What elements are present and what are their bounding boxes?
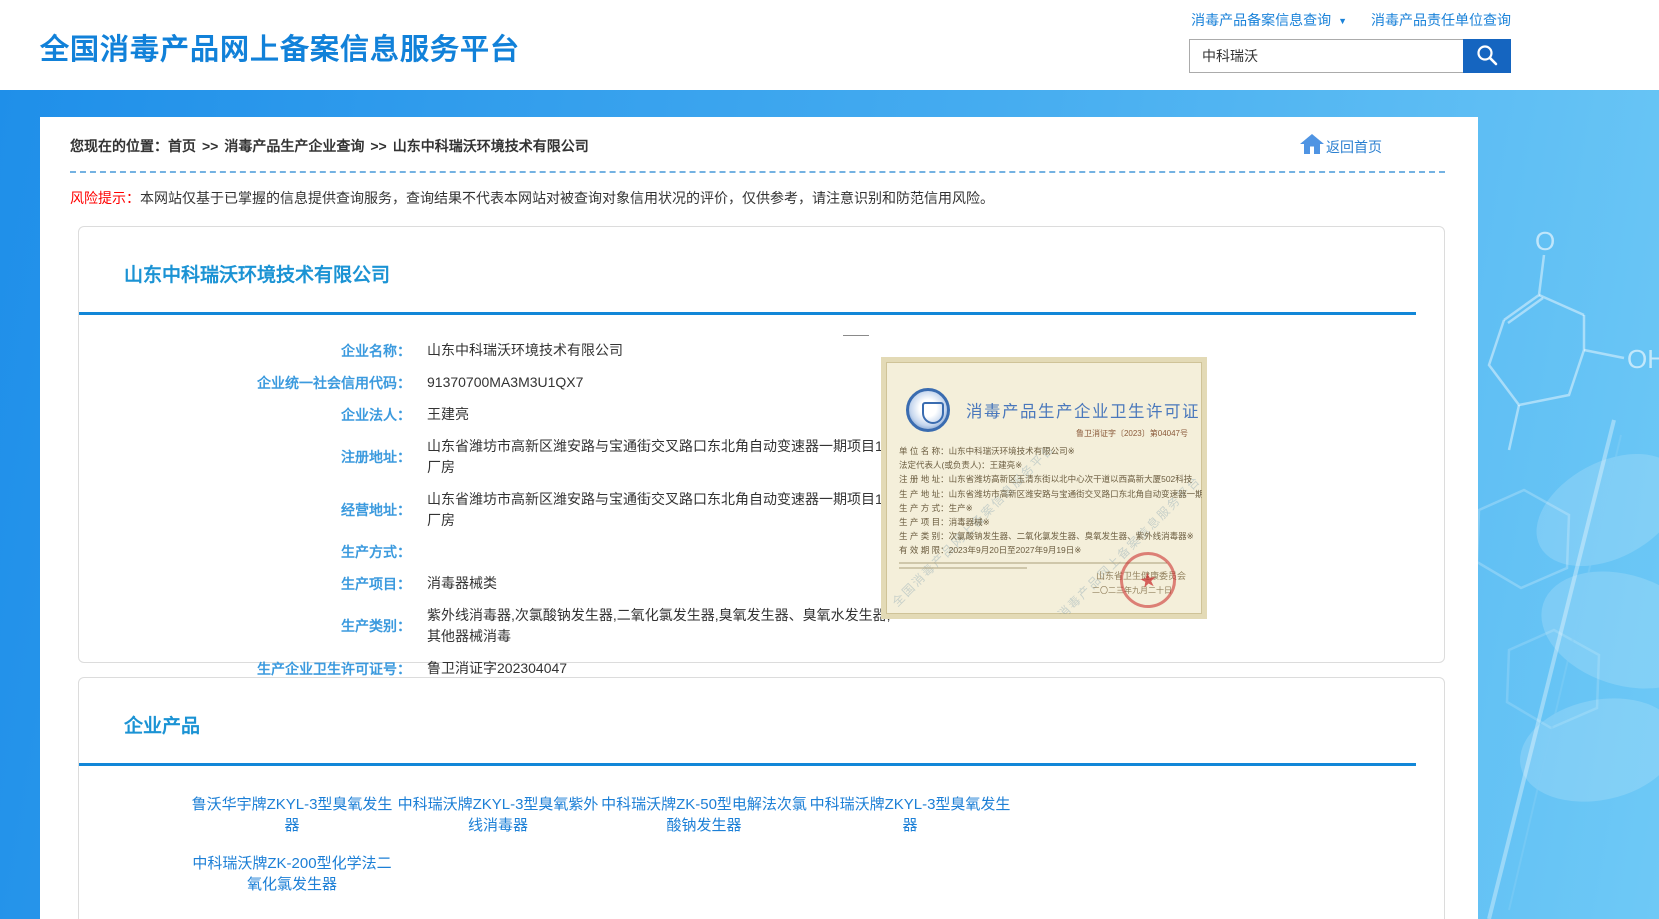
field-row-production-category: 生产类别： 紫外线消毒器,次氯酸钠发生器,二氧化氯发生器,臭氧发生器、臭氧水发生… — [79, 605, 1444, 647]
title-underline — [79, 763, 1416, 766]
field-value: 山东中科瑞沃环境技术有限公司 — [427, 340, 897, 361]
company-products-card: 企业产品 鲁沃华宇牌ZKYL-3型臭氧发生器 中科瑞沃牌ZKYL-3型臭氧紫外线… — [78, 677, 1445, 919]
search-button[interactable] — [1463, 39, 1511, 73]
risk-warning-label: 风险提示： — [70, 190, 140, 206]
breadcrumb: 您现在的位置：首页 >> 消毒产品生产企业查询 >> 山东中科瑞沃环境技术有限公司 — [70, 136, 589, 156]
breadcrumb-separator: >> — [370, 138, 386, 154]
risk-warning: 风险提示：本网站仅基于已掌握的信息提供查询服务，查询结果不代表本网站对被查询对象… — [70, 188, 1448, 208]
products-card-title: 企业产品 — [79, 678, 1444, 738]
search-bar — [1189, 39, 1511, 73]
field-value: 王建亮 — [427, 404, 897, 425]
field-value: 紫外线消毒器,次氯酸钠发生器,二氧化氯发生器,臭氧发生器、臭氧水发生器,其他器械… — [427, 605, 897, 647]
field-label: 企业名称： — [79, 341, 411, 361]
nav-link-record-info-query[interactable]: 消毒产品备案信息查询 — [1191, 12, 1331, 28]
company-fields: 企业名称： 山东中科瑞沃环境技术有限公司 企业统一社会信用代码： 9137070… — [79, 340, 1444, 711]
certificate-line: 生 产 地 址：山东省潍坊市高新区潍安路与宝通街交叉路口东北角自动变速器一期项目… — [899, 487, 1204, 501]
company-card-title: 山东中科瑞沃环境技术有限公司 — [79, 227, 1444, 287]
breadcrumb-row: 您现在的位置：首页 >> 消毒产品生产企业查询 >> 山东中科瑞沃环境技术有限公司 返回… — [40, 117, 1478, 157]
breadcrumb-query-link[interactable]: 消毒产品生产企业查询 — [224, 138, 364, 154]
breadcrumb-home-link[interactable]: 首页 — [168, 138, 196, 154]
field-value: 山东省潍坊市高新区潍安路与宝通街交叉路口东北角自动变速器一期项目1#厂房 — [427, 489, 897, 531]
product-link[interactable]: 中科瑞沃牌ZKYL-3型臭氧紫外线消毒器 — [395, 794, 601, 836]
product-list: 鲁沃华宇牌ZKYL-3型臭氧发生器 中科瑞沃牌ZKYL-3型臭氧紫外线消毒器 中… — [189, 794, 1049, 912]
field-label: 企业统一社会信用代码： — [79, 373, 411, 393]
certificate-emblem-icon — [906, 388, 950, 432]
site-title[interactable]: 全国消毒产品网上备案信息服务平台 — [40, 26, 520, 68]
product-link[interactable]: 鲁沃华宇牌ZKYL-3型臭氧发生器 — [189, 794, 395, 836]
field-row-production-mode: 生产方式： — [79, 542, 1444, 562]
field-row-license-number: 生产企业卫生许可证号： 鲁卫消证字202304047 — [79, 658, 1444, 679]
certificate-body: 单 位 名 称：山东中科瑞沃环境技术有限公司※ 法定代表人(或负责人)：王建亮※… — [899, 444, 1204, 569]
molecule-flower-decoration: O OH — [1449, 90, 1659, 919]
field-label: 生产项目： — [79, 574, 411, 594]
product-link[interactable]: 中科瑞沃牌ZK-50型电解法次氯酸钠发生器 — [601, 794, 807, 836]
certificate-line: 单 位 名 称：山东中科瑞沃环境技术有限公司※ — [899, 444, 1204, 458]
certificate-number: 鲁卫消证字〔2023〕第04047号 — [1076, 428, 1188, 439]
company-info-card: 山东中科瑞沃环境技术有限公司 企业名称： 山东中科瑞沃环境技术有限公司 企业统一… — [78, 226, 1445, 663]
back-home-link[interactable]: 返回首页 — [1300, 134, 1382, 157]
product-link[interactable]: 中科瑞沃牌ZK-200型化学法二氧化氯发生器 — [189, 853, 395, 895]
certificate-line: 注 册 地 址：山东省潍坊高新区玉清东街以北中心次干道以西高新大厦502科技 — [899, 472, 1204, 486]
breadcrumb-current: 山东中科瑞沃环境技术有限公司 — [393, 138, 589, 154]
chevron-down-icon: ▼ — [1338, 16, 1347, 26]
svg-text:OH: OH — [1627, 344, 1659, 374]
search-icon — [1475, 43, 1499, 70]
breadcrumb-prefix: 您现在的位置： — [70, 138, 168, 154]
certificate-title: 消毒产品生产企业卫生许可证 — [966, 398, 1200, 422]
field-label: 注册地址： — [79, 447, 411, 467]
field-label: 经营地址： — [79, 500, 411, 520]
header-right: 消毒产品备案信息查询 ▼ 消毒产品责任单位查询 — [1189, 10, 1511, 73]
field-value: 消毒器械类 — [427, 573, 897, 594]
main-content: 您现在的位置：首页 >> 消毒产品生产企业查询 >> 山东中科瑞沃环境技术有限公司 返回… — [40, 117, 1478, 919]
field-row-credit-code: 企业统一社会信用代码： 91370700MA3M3U1QX7 — [79, 372, 1444, 393]
field-row-registered-address: 注册地址： 山东省潍坊市高新区潍安路与宝通街交叉路口东北角自动变速器一期项目1#… — [79, 436, 1444, 478]
svg-text:O: O — [1535, 226, 1555, 256]
product-link[interactable]: 中科瑞沃牌ZKYL-3型臭氧发生器 — [807, 794, 1013, 836]
certificate-line: 生 产 项 目：消毒器械※ — [899, 515, 1204, 529]
image-dash-artifact — [843, 335, 869, 336]
certificate-fine-print — [899, 567, 1027, 569]
field-label: 生产类别： — [79, 616, 411, 636]
field-value: 鲁卫消证字202304047 — [427, 658, 897, 679]
back-home-label: 返回首页 — [1326, 137, 1382, 157]
field-row-production-project: 生产项目： 消毒器械类 — [79, 573, 1444, 594]
top-nav: 消毒产品备案信息查询 ▼ 消毒产品责任单位查询 — [1189, 10, 1511, 30]
certificate-line: 生 产 类 别：次氯酸钠发生器、二氧化氯发生器、臭氧发生器、紫外线消毒器※ — [899, 529, 1204, 543]
seal-star-icon: ★ — [1137, 566, 1158, 593]
field-label: 企业法人： — [79, 405, 411, 425]
hygiene-license-certificate-image: 全国消毒产品网上备案信息服务平台 全国消毒产品网上备案信息服务平台 消毒产品生产… — [881, 357, 1207, 619]
top-header: 全国消毒产品网上备案信息服务平台 消毒产品备案信息查询 ▼ 消毒产品责任单位查询 — [0, 0, 1659, 90]
field-value: 山东省潍坊市高新区潍安路与宝通街交叉路口东北角自动变速器一期项目1#厂房 — [427, 436, 897, 478]
risk-warning-text: 本网站仅基于已掌握的信息提供查询服务，查询结果不代表本网站对被查询对象信用状况的… — [140, 190, 994, 206]
certificate-line: 法定代表人(或负责人)：王建亮※ — [899, 458, 1204, 472]
search-input[interactable] — [1189, 39, 1463, 73]
breadcrumb-separator: >> — [202, 138, 218, 154]
field-row-company-name: 企业名称： 山东中科瑞沃环境技术有限公司 — [79, 340, 1444, 361]
dashed-separator — [70, 171, 1445, 173]
home-icon — [1300, 134, 1326, 157]
field-label: 生产方式： — [79, 542, 411, 562]
certificate-line: 生 产 方 式：生产※ — [899, 501, 1204, 515]
field-value: 91370700MA3M3U1QX7 — [427, 372, 897, 393]
nav-link-responsible-unit-query[interactable]: 消毒产品责任单位查询 — [1371, 12, 1511, 28]
field-label: 生产企业卫生许可证号： — [79, 659, 411, 679]
field-row-legal-person: 企业法人： 王建亮 — [79, 404, 1444, 425]
field-row-business-address: 经营地址： 山东省潍坊市高新区潍安路与宝通街交叉路口东北角自动变速器一期项目1#… — [79, 489, 1444, 531]
title-underline — [79, 312, 1416, 315]
